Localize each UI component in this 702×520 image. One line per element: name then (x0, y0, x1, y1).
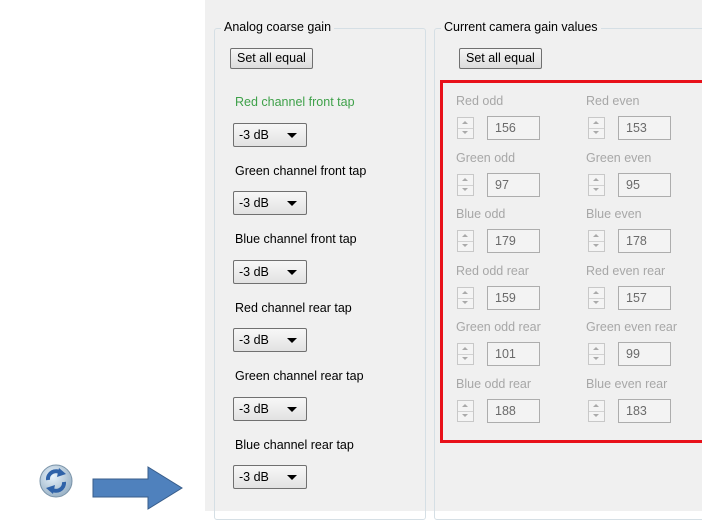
red-rear-tap-dropdown[interactable]: -3 dB (233, 328, 307, 352)
red-front-tap-dropdown[interactable]: -3 dB (233, 123, 307, 147)
blue-front-tap-label: Blue channel front tap (235, 232, 357, 246)
green-rear-tap-label: Green channel rear tap (235, 369, 364, 383)
green-rear-tap-dropdown[interactable]: -3 dB (233, 397, 307, 421)
dropdown-value: -3 dB (239, 128, 269, 142)
chevron-down-icon (287, 270, 297, 275)
set-all-equal-button-camera[interactable]: Set all equal (459, 48, 542, 69)
dropdown-value: -3 dB (239, 333, 269, 347)
chevron-down-icon (287, 407, 297, 412)
green-front-tap-dropdown[interactable]: -3 dB (233, 191, 307, 215)
camera-group-title: Current camera gain values (441, 20, 601, 34)
red-rear-tap-label: Red channel rear tap (235, 301, 352, 315)
refresh-icon[interactable] (38, 463, 74, 499)
green-front-tap-label: Green channel front tap (235, 164, 367, 178)
chevron-down-icon (287, 133, 297, 138)
blue-front-tap-dropdown[interactable]: -3 dB (233, 260, 307, 284)
blue-rear-tap-dropdown[interactable]: -3 dB (233, 465, 307, 489)
dropdown-value: -3 dB (239, 470, 269, 484)
dropdown-value: -3 dB (239, 196, 269, 210)
right-arrow-icon (92, 465, 184, 511)
analog-group-title: Analog coarse gain (221, 20, 335, 34)
red-front-tap-label: Red channel front tap (235, 95, 355, 109)
chevron-down-icon (287, 201, 297, 206)
blue-rear-tap-label: Blue channel rear tap (235, 438, 354, 452)
dropdown-value: -3 dB (239, 402, 269, 416)
chevron-down-icon (287, 338, 297, 343)
set-all-equal-button-analog[interactable]: Set all equal (230, 48, 313, 69)
chevron-down-icon (287, 475, 297, 480)
highlight-box (440, 80, 702, 443)
dropdown-value: -3 dB (239, 265, 269, 279)
